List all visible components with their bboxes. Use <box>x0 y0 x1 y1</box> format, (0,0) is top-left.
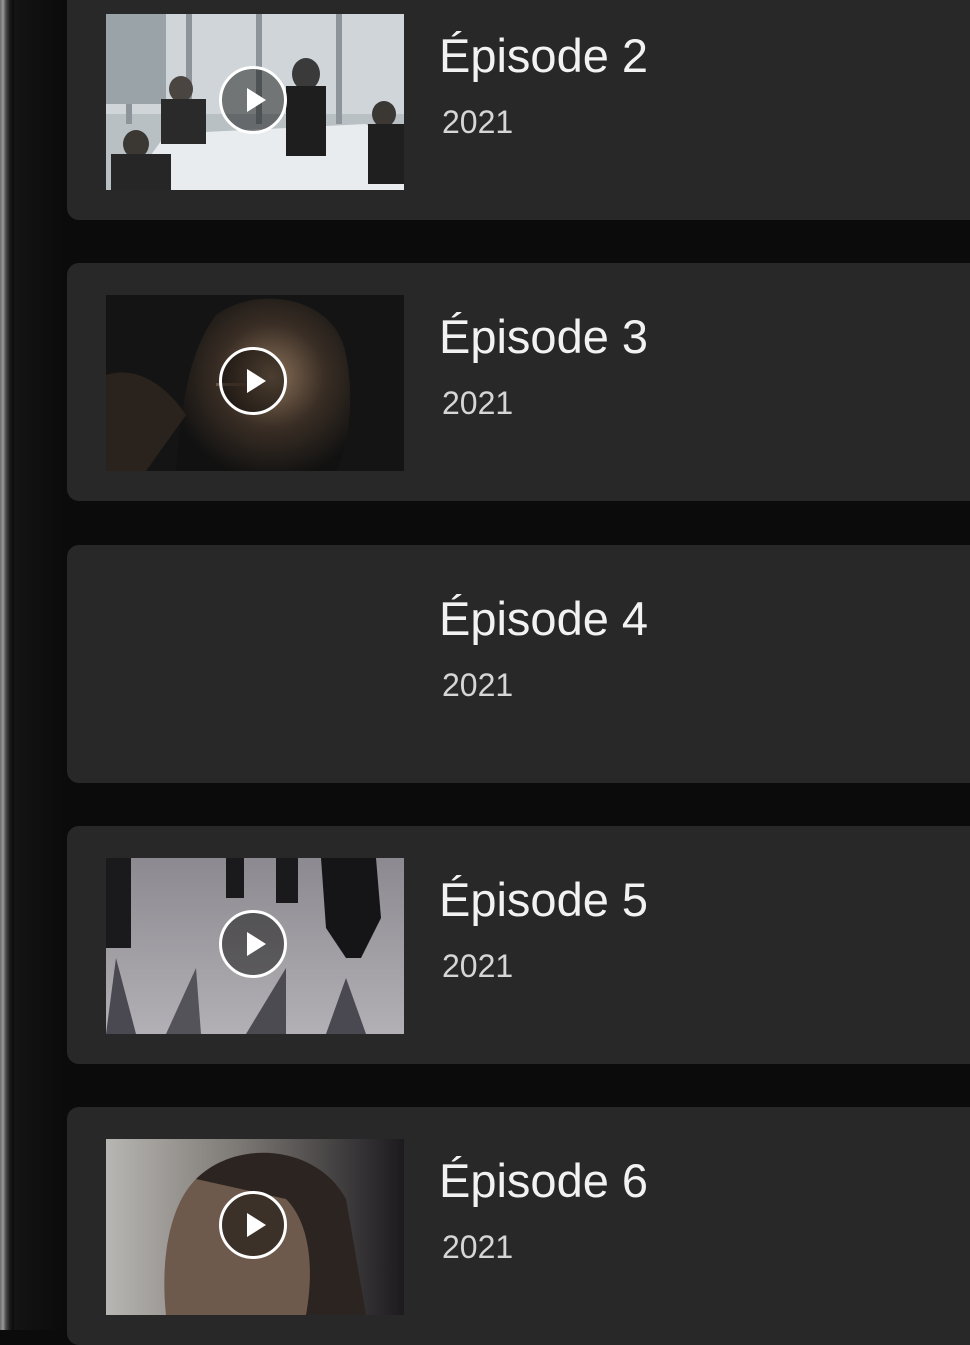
play-icon <box>247 369 266 393</box>
episode-card-4[interactable]: Épisode 4 2021 <box>67 545 970 783</box>
episode-title: Épisode 3 <box>439 310 649 363</box>
episode-title: Épisode 5 <box>439 873 649 926</box>
episode-year: 2021 <box>442 385 514 421</box>
episode-year: 2021 <box>442 104 514 140</box>
episode-thumbnail[interactable] <box>106 295 404 471</box>
play-button[interactable] <box>219 66 287 134</box>
episode-year: 2021 <box>442 667 514 703</box>
episode-title: Épisode 6 <box>439 1154 649 1207</box>
play-icon <box>247 932 266 956</box>
episode-card-2[interactable]: Épisode 2 2021 <box>67 0 970 220</box>
episode-thumbnail[interactable] <box>106 1139 404 1315</box>
play-button[interactable] <box>219 910 287 978</box>
episode-card-6[interactable]: Épisode 6 2021 <box>67 1107 970 1345</box>
episode-thumbnail[interactable] <box>106 858 404 1034</box>
episode-year: 2021 <box>442 1229 514 1265</box>
episode-card-5[interactable]: Épisode 5 2021 <box>67 826 970 1064</box>
play-icon <box>247 1213 266 1237</box>
device-frame-edge <box>0 0 14 1330</box>
episode-title: Épisode 4 <box>439 592 649 645</box>
episode-list: Épisode 2 2021 Épisode 3 2021 Épisode 4 … <box>67 0 970 1345</box>
episode-title: Épisode 2 <box>439 29 649 82</box>
play-button[interactable] <box>219 347 287 415</box>
device-frame-shadow <box>14 0 64 1330</box>
episode-thumbnail[interactable] <box>106 14 404 190</box>
episode-year: 2021 <box>442 948 514 984</box>
play-button[interactable] <box>219 1191 287 1259</box>
episode-card-3[interactable]: Épisode 3 2021 <box>67 263 970 501</box>
play-icon <box>247 88 266 112</box>
